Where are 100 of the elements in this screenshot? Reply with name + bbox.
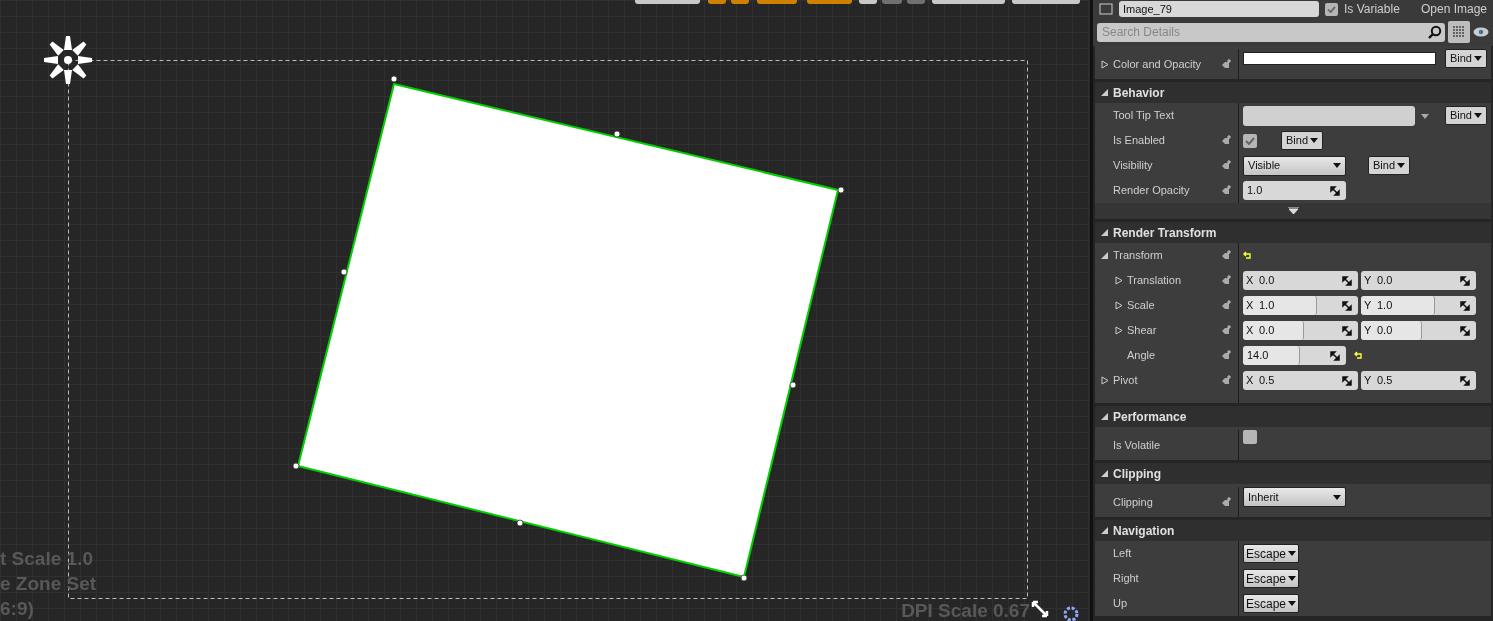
- caret-icon[interactable]: [1421, 113, 1429, 119]
- axis-label: X: [1245, 373, 1255, 389]
- resize-arrows-icon: [1342, 275, 1352, 286]
- property-menu-icon[interactable]: [1221, 135, 1232, 146]
- checkbox[interactable]: [1243, 430, 1257, 444]
- name-field[interactable]: Image_79: [1119, 1, 1319, 17]
- reset-arrow-icon[interactable]: [1243, 251, 1253, 260]
- number-field[interactable]: X 0.5: [1243, 371, 1358, 390]
- bind-dropdown-button[interactable]: Bind: [1281, 131, 1324, 150]
- bind-dropdown-button[interactable]: Bind: [1444, 49, 1487, 68]
- resize-handle[interactable]: [292, 462, 300, 470]
- property-menu-icon[interactable]: [1221, 160, 1232, 171]
- navigation-dropdown[interactable]: Escape: [1243, 544, 1300, 563]
- caret-icon: [1397, 163, 1406, 168]
- number-field[interactable]: Y 0.0: [1361, 321, 1476, 340]
- number-field[interactable]: Y 1.0: [1361, 296, 1476, 315]
- collapsed-triangle-icon[interactable]: [1115, 276, 1123, 285]
- property-menu-icon[interactable]: [1221, 300, 1232, 311]
- number-field[interactable]: 14.0: [1243, 346, 1346, 365]
- color-swatch[interactable]: [1243, 52, 1436, 65]
- resize-handle[interactable]: [789, 381, 797, 389]
- grid-list-icon: [1453, 26, 1465, 38]
- field-value: 0.0: [1258, 273, 1276, 289]
- combo-box[interactable]: Visible: [1243, 155, 1346, 176]
- property-label: Scale: [1127, 298, 1155, 314]
- search-field[interactable]: Search Details: [1097, 22, 1445, 42]
- view-options-button[interactable]: [1448, 21, 1470, 43]
- property-label: Is Enabled: [1113, 133, 1165, 149]
- field-value: 0.0: [1376, 273, 1394, 289]
- toolbar-button[interactable]: [731, 0, 749, 4]
- collapsed-triangle-icon[interactable]: [1101, 376, 1109, 385]
- property-label: Up: [1113, 596, 1128, 612]
- property-label: Clipping: [1113, 494, 1153, 510]
- property-label: Tool Tip Text: [1113, 108, 1174, 124]
- navigation-dropdown[interactable]: Escape: [1243, 569, 1300, 588]
- navigation-dropdown[interactable]: Escape: [1243, 594, 1300, 613]
- number-field[interactable]: X 0.0: [1243, 271, 1358, 290]
- resize-handle[interactable]: [740, 574, 748, 582]
- check-icon: [1245, 136, 1255, 145]
- number-field[interactable]: 1.0: [1243, 181, 1346, 200]
- checkbox[interactable]: [1325, 2, 1338, 16]
- property-menu-icon[interactable]: [1221, 325, 1232, 336]
- bind-dropdown-button[interactable]: Bind: [1368, 156, 1411, 175]
- resize-handle[interactable]: [340, 268, 348, 276]
- property-menu-icon[interactable]: [1221, 250, 1232, 261]
- field-value: 14.0: [1246, 348, 1270, 364]
- property-menu-icon[interactable]: [1221, 350, 1232, 361]
- expanded-triangle-icon[interactable]: [1101, 88, 1109, 97]
- resize-arrows-icon: [1342, 300, 1352, 311]
- property-menu-icon[interactable]: [1221, 496, 1232, 508]
- collapsed-triangle-icon[interactable]: [1101, 59, 1109, 69]
- number-field[interactable]: X 1.0: [1243, 296, 1358, 315]
- resize-handle[interactable]: [837, 186, 845, 194]
- resize-handle[interactable]: [390, 75, 398, 83]
- property-label: Translation: [1127, 273, 1181, 289]
- gear-icon[interactable]: [1063, 606, 1079, 621]
- property-menu-icon[interactable]: [1221, 275, 1232, 286]
- section-header[interactable]: Performance: [1095, 406, 1491, 427]
- resize-arrows-icon: [1460, 325, 1470, 336]
- expanded-triangle-icon[interactable]: [1101, 228, 1109, 237]
- property-label: Visibility: [1113, 158, 1153, 174]
- caret-icon: [1310, 138, 1319, 143]
- checkbox[interactable]: [1243, 133, 1257, 148]
- section-header[interactable]: Navigation: [1095, 520, 1491, 541]
- collapsed-triangle-icon[interactable]: [1115, 326, 1123, 335]
- field-value: 1.0: [1246, 183, 1264, 199]
- search-icon: [1428, 25, 1442, 39]
- resize-handle[interactable]: [516, 519, 524, 527]
- caret-icon: [1333, 163, 1341, 168]
- property-menu-icon[interactable]: [1221, 58, 1232, 70]
- rotated-image-widget[interactable]: [296, 82, 840, 579]
- property-label: Color and Opacity: [1113, 56, 1202, 72]
- text-field[interactable]: [1243, 105, 1415, 126]
- number-field[interactable]: Y 0.5: [1361, 371, 1476, 390]
- toolbar-button[interactable]: [708, 0, 726, 4]
- bind-dropdown-button[interactable]: Bind: [1444, 106, 1487, 125]
- field-value: 1.0: [1258, 298, 1276, 314]
- property-label: Pivot: [1113, 373, 1138, 389]
- number-field[interactable]: Y 0.0: [1361, 271, 1476, 290]
- eye-icon[interactable]: [1473, 26, 1489, 38]
- expanded-triangle-icon[interactable]: [1101, 251, 1109, 260]
- property-menu-icon[interactable]: [1221, 375, 1232, 386]
- resize-handle[interactable]: [613, 130, 621, 138]
- number-field[interactable]: X 0.0: [1243, 321, 1358, 340]
- combo-box[interactable]: Inherit: [1243, 487, 1346, 507]
- section-header[interactable]: Behavior: [1095, 82, 1491, 103]
- resize-arrows-icon[interactable]: [1031, 600, 1049, 618]
- toolbar-button[interactable]: [859, 0, 877, 4]
- resize-arrows-icon: [1460, 375, 1470, 386]
- section-header[interactable]: Render Transform: [1095, 222, 1491, 243]
- caret-icon: [1288, 551, 1297, 556]
- reset-arrow-icon[interactable]: [1354, 351, 1364, 360]
- show-advanced-arrow-icon[interactable]: [1287, 207, 1299, 215]
- property-label: Left: [1113, 546, 1132, 562]
- section-header[interactable]: Clipping: [1095, 463, 1491, 484]
- property-menu-icon[interactable]: [1221, 185, 1232, 196]
- collapsed-triangle-icon[interactable]: [1115, 301, 1123, 310]
- expanded-triangle-icon[interactable]: [1101, 469, 1109, 478]
- expanded-triangle-icon[interactable]: [1101, 412, 1109, 421]
- expanded-triangle-icon[interactable]: [1101, 526, 1109, 535]
